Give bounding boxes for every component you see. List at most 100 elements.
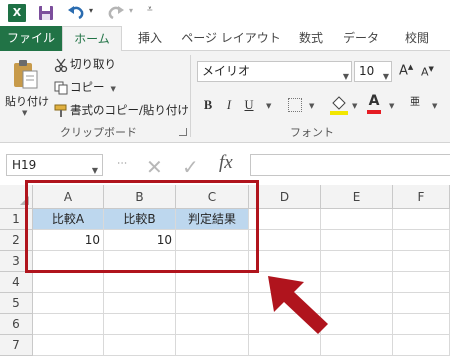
tab-page-layout[interactable]: ページ レイアウト (176, 26, 286, 51)
row-header-7[interactable]: 7 (0, 335, 33, 356)
cut-button[interactable]: 切り取り (54, 55, 116, 73)
clipboard-icon (14, 60, 38, 89)
cancel-icon[interactable]: ✕ (146, 155, 163, 179)
cell-b7[interactable] (104, 335, 176, 356)
font-color-button[interactable]: A (367, 93, 381, 115)
font-group-label: フォント (290, 126, 334, 139)
underline-button[interactable]: U (242, 95, 256, 115)
cell-f6[interactable] (393, 314, 450, 335)
cell-b5[interactable] (104, 293, 176, 314)
insert-function-icon[interactable]: fx (219, 152, 233, 174)
cell-a5[interactable] (33, 293, 104, 314)
redo-dropdown-icon[interactable]: ▾ (129, 6, 133, 15)
clipboard-group-label: クリップボード (60, 126, 137, 139)
format-painter-label: 書式のコピー/貼り付け (70, 103, 189, 117)
copy-label: コピー (70, 80, 105, 94)
tab-home[interactable]: ホーム (62, 26, 122, 52)
chevron-down-icon: ▼ (342, 72, 349, 81)
font-name-select[interactable]: メイリオ ▼ (197, 61, 352, 82)
tab-file[interactable]: ファイル (0, 26, 62, 51)
tab-data[interactable]: データ (338, 26, 384, 51)
highlight-box (25, 180, 259, 273)
column-header-d[interactable]: D (249, 185, 321, 209)
font-size-select[interactable]: 10 ▼ (354, 61, 392, 82)
phonetic-icon: 亜 (410, 97, 420, 108)
borders-dropdown-icon[interactable]: ▼ (309, 102, 314, 110)
cell-f2[interactable] (393, 230, 450, 251)
copy-icon (54, 81, 68, 94)
cell-f5[interactable] (393, 293, 450, 314)
format-painter-button[interactable]: 書式のコピー/貼り付け (54, 101, 189, 119)
copy-button[interactable]: コピー ▼ (54, 78, 116, 96)
font-size-value: 10 (359, 64, 375, 78)
formula-input[interactable] (250, 154, 450, 176)
font-name-value: メイリオ (202, 64, 251, 78)
font-color-swatch (367, 110, 381, 114)
cell-a6[interactable] (33, 314, 104, 335)
phonetic-guide-button[interactable]: 亜 (410, 93, 424, 115)
cell-d3[interactable] (249, 251, 321, 272)
cell-f3[interactable] (393, 251, 450, 272)
paste-dropdown-icon[interactable]: ▼ (22, 109, 27, 117)
save-icon[interactable] (38, 5, 54, 21)
font-color-dropdown-icon[interactable]: ▼ (389, 102, 394, 110)
cell-d2[interactable] (249, 230, 321, 251)
fill-color-dropdown-icon[interactable]: ▼ (352, 102, 357, 110)
row-header-6[interactable]: 6 (0, 314, 33, 335)
italic-button[interactable]: I (222, 95, 236, 115)
cell-b6[interactable] (104, 314, 176, 335)
undo-dropdown-icon[interactable]: ▾ (89, 6, 93, 15)
increase-font-size-button[interactable]: A▲ (399, 63, 413, 78)
copy-dropdown-icon[interactable]: ▼ (111, 85, 116, 93)
font-color-icon: A (368, 93, 380, 109)
cell-e2[interactable] (321, 230, 393, 251)
cell-a4[interactable] (33, 272, 104, 293)
enter-check-icon[interactable]: ✓ (182, 155, 199, 179)
phonetic-dropdown-icon[interactable]: ▼ (432, 102, 437, 110)
cell-e3[interactable] (321, 251, 393, 272)
tab-review[interactable]: 校閲 (392, 26, 442, 51)
column-header-e[interactable]: E (321, 185, 393, 209)
chevron-down-icon: ▼ (382, 72, 389, 81)
cut-label: 切り取り (70, 57, 116, 71)
name-box-value: H19 (12, 158, 37, 172)
column-header-f[interactable]: F (393, 185, 450, 209)
clipboard-launcher-icon[interactable] (179, 128, 187, 136)
excel-logo-icon: X (8, 4, 26, 22)
paste-button[interactable]: 貼り付け ▼ (2, 57, 50, 123)
customize-qat-icon[interactable]: ⩡ (147, 4, 153, 15)
formula-bar-grip-icon[interactable]: ⋮ (116, 158, 127, 167)
tab-formulas[interactable]: 数式 (288, 26, 334, 51)
redo-icon[interactable] (106, 3, 126, 21)
borders-icon[interactable] (288, 98, 302, 112)
cell-d1[interactable] (249, 209, 321, 230)
bold-button[interactable]: B (201, 95, 215, 115)
tab-insert[interactable]: 挿入 (126, 26, 174, 51)
ribbon: 貼り付け ▼ 切り取り コピー ▼ 書式のコピー/貼り付け クリップボード メイリ… (0, 51, 450, 143)
name-box[interactable]: H19 ▼ (6, 154, 103, 176)
cell-c6[interactable] (176, 314, 249, 335)
cell-f1[interactable] (393, 209, 450, 230)
chevron-down-icon: ▼ (91, 166, 98, 175)
cell-f4[interactable] (393, 272, 450, 293)
cell-a7[interactable] (33, 335, 104, 356)
ribbon-tabs: ファイル ホーム 挿入 ページ レイアウト 数式 データ 校閲 (0, 26, 450, 52)
fill-color-icon[interactable] (330, 95, 348, 115)
paste-label: 貼り付け (5, 95, 49, 108)
scissors-icon (54, 58, 68, 72)
cell-c4[interactable] (176, 272, 249, 293)
cell-b4[interactable] (104, 272, 176, 293)
cell-c5[interactable] (176, 293, 249, 314)
cell-f7[interactable] (393, 335, 450, 356)
group-divider (190, 55, 191, 137)
row-header-4[interactable]: 4 (0, 272, 33, 293)
shrink-font-icon: A (421, 65, 429, 79)
decrease-font-size-button[interactable]: A▼ (421, 65, 434, 79)
cell-e1[interactable] (321, 209, 393, 230)
formula-bar: H19 ▼ ⋮ ✕ ✓ fx (0, 143, 450, 179)
undo-icon[interactable] (66, 3, 86, 21)
grow-font-icon: A (399, 63, 408, 79)
cell-c7[interactable] (176, 335, 249, 356)
row-header-5[interactable]: 5 (0, 293, 33, 314)
underline-dropdown-icon[interactable]: ▼ (266, 102, 271, 110)
